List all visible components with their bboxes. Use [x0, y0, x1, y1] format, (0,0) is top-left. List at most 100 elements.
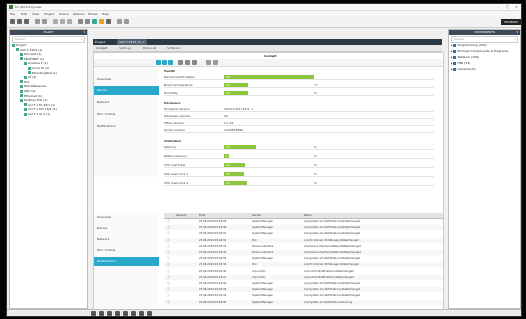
table-row[interactable]: ⓘ 23.06.2019 09:18:41 Arp.io.PnC Arp.Io.PnC… [164, 274, 443, 280]
nav-plc-runtime[interactable]: PLC runtime [94, 110, 159, 119]
status-icon-6[interactable] [131, 311, 136, 316]
refresh-icon[interactable] [168, 60, 173, 65]
menu-help[interactable]: Help [102, 12, 109, 16]
cockpit-view-icon[interactable] [156, 60, 161, 65]
debug-icon[interactable] [106, 19, 111, 24]
menu-options[interactable]: Options [73, 12, 85, 16]
col-name[interactable]: Name [304, 213, 442, 218]
menu-extras[interactable]: Extras [88, 12, 97, 16]
table-row[interactable]: ⓘ 23.06.2019 09:18:44 SystemManager Arp.Sys… [164, 293, 443, 299]
nav-network[interactable]: Network [94, 98, 159, 107]
table-row[interactable]: ⓘ 23.06.2019 09:18:32 PLC Arp.Plc.Domain.Pl… [164, 237, 443, 243]
plant-search-box[interactable]: Search ⌕ [12, 36, 85, 43]
search-icon[interactable]: ⌕ [514, 37, 516, 42]
compile-icon[interactable] [78, 19, 83, 24]
close-icon[interactable]: × [512, 4, 521, 10]
search-icon[interactable]: ⌕ [81, 37, 83, 42]
settings-icon[interactable] [206, 60, 211, 65]
status-icon-4[interactable] [115, 311, 120, 316]
save-icon[interactable] [24, 19, 29, 24]
tree-item[interactable]: OPC UA [20, 89, 35, 93]
panel-menu-icon[interactable]: ▾ [83, 30, 85, 35]
subtab-settings[interactable]: Settings [119, 46, 131, 50]
undo-icon[interactable] [35, 19, 40, 24]
col-severity[interactable]: Severity [176, 213, 196, 218]
status-icon-1[interactable] [91, 311, 96, 316]
nav-overview[interactable]: Overview [94, 213, 159, 222]
open-icon[interactable] [17, 19, 22, 24]
panel-menu-icon[interactable]: ▾ [516, 30, 518, 35]
table-row[interactable]: ⓘ 23.06.2019 09:18:30 SystemManager Arp.Sys… [164, 225, 443, 231]
copy-icon[interactable] [60, 19, 65, 24]
tree-item[interactable]: Axl F 1 DI 16/1 (1) [24, 103, 55, 107]
components-search-input[interactable]: Search [454, 37, 464, 42]
tree-item[interactable]: Axl F 1 AI 4 (1) [24, 112, 50, 116]
build-icon[interactable] [85, 19, 90, 24]
subtab-software[interactable]: Software [167, 46, 180, 50]
status-icon-3[interactable] [107, 311, 112, 316]
menu-edit[interactable]: Edit [21, 12, 27, 16]
tree-item[interactable]: PLC [20, 80, 30, 84]
tree-item[interactable]: PROFINET (1) [20, 57, 44, 61]
tree-item[interactable]: Axioline F (1) [24, 61, 48, 65]
stop-icon[interactable] [124, 19, 129, 24]
zoom-out-icon[interactable] [185, 60, 190, 65]
tree-item[interactable]: Axl F 1 DO 16/1 (1) [24, 107, 57, 111]
component-group[interactable]: ▸ HMI (33) [451, 61, 470, 65]
menu-project[interactable]: Project [44, 12, 54, 16]
redo-icon[interactable] [42, 19, 47, 24]
table-row[interactable]: ⓘ 23.06.2019 09:18:33 Device interface Arp.… [164, 243, 443, 249]
step-icon[interactable] [117, 19, 122, 24]
col-sender[interactable]: Sender [252, 213, 302, 218]
zoom-in-icon[interactable] [178, 60, 183, 65]
table-row[interactable]: ⓘ 23.06.2019 09:18:36 PLC Arp.Plc.Domain.Pl… [164, 262, 443, 268]
nav-overview[interactable]: Overview [94, 75, 159, 84]
menu-file[interactable]: File [10, 12, 15, 16]
filter-icon[interactable] [192, 60, 197, 65]
table-row[interactable]: ⓘ 23.06.2019 09:18:40 Arp.io.PnC Arp.Io.PnC… [164, 268, 443, 274]
menu-online[interactable]: Online [59, 12, 69, 16]
nav-notifications[interactable]: Notifications [94, 122, 159, 131]
status-icon-5[interactable] [123, 311, 128, 316]
paste-icon[interactable] [67, 19, 72, 24]
write-start-icon[interactable] [99, 19, 104, 24]
component-group[interactable]: ▸ Libraries (6) [451, 67, 476, 71]
nav-plc-runtime[interactable]: PLC runtime [94, 246, 159, 255]
table-row[interactable]: ⓘ 23.06.2019 09:18:31 SystemManager Arp.Sys… [164, 231, 443, 237]
status-icon-7[interactable] [139, 311, 144, 316]
components-search-box[interactable]: Search ⌕ [451, 36, 518, 43]
col-time[interactable]: Time [199, 213, 249, 218]
table-row[interactable]: ⓘ 23.06.2019 09:18:45 SystemManager Arp.Sys… [164, 299, 443, 305]
table-row[interactable]: ⓘ 23.06.2019 09:18:43 SystemManager Arp.Sys… [164, 287, 443, 293]
tree-item[interactable]: Project [12, 43, 26, 47]
nav-device[interactable]: Device [94, 86, 159, 95]
tree-item[interactable]: Modbus TCP (1) [20, 98, 47, 102]
table-row[interactable]: ⓘ 23.06.2019 09:18:35 SystemManager Arp.Sys… [164, 256, 443, 262]
connect-icon[interactable] [92, 19, 97, 24]
tree-item[interactable]: Ethernet (1) [20, 94, 42, 98]
new-icon[interactable] [10, 19, 15, 24]
tree-item[interactable]: AXC F 2152 (1) [16, 48, 42, 52]
tree-item[interactable]: MountingRail (1) [28, 71, 57, 75]
cut-icon[interactable] [53, 19, 58, 24]
table-row[interactable]: ⓘ 23.06.2019 09:18:28 SystemManager Arp.Sys… [164, 219, 443, 224]
subtab-cockpit[interactable]: Cockpit [96, 46, 107, 50]
tree-item[interactable]: IO (1) [24, 75, 36, 79]
plant-search-input[interactable]: Search [15, 37, 25, 42]
table-row[interactable]: ⓘ 23.06.2019 09:18:34 Device interface Arp.… [164, 250, 443, 255]
tree-item[interactable]: PLCnext (1) [20, 52, 41, 56]
online-icon[interactable] [162, 60, 167, 65]
table-row[interactable]: ⓘ 23.06.2019 09:18:42 SystemManager Arp.Sys… [164, 281, 443, 286]
maximize-icon[interactable]: □ [503, 4, 512, 10]
minimize-icon[interactable]: – [494, 4, 503, 10]
nav-network[interactable]: Network [94, 235, 159, 244]
tree-item[interactable]: HMI Webserver [20, 84, 47, 88]
nav-notifications[interactable]: Notifications [94, 257, 159, 266]
tree-item[interactable]: Local IO (1) [28, 66, 49, 70]
status-icon-8[interactable] [147, 311, 152, 316]
component-group[interactable]: ▸ Programming (450) [451, 43, 487, 47]
nav-device[interactable]: Device [94, 224, 159, 233]
component-group[interactable]: ▸ Network (109) [451, 55, 479, 59]
component-group[interactable]: ▸ PLCnext Components & Programs [451, 49, 508, 53]
status-icon-2[interactable] [99, 311, 104, 316]
